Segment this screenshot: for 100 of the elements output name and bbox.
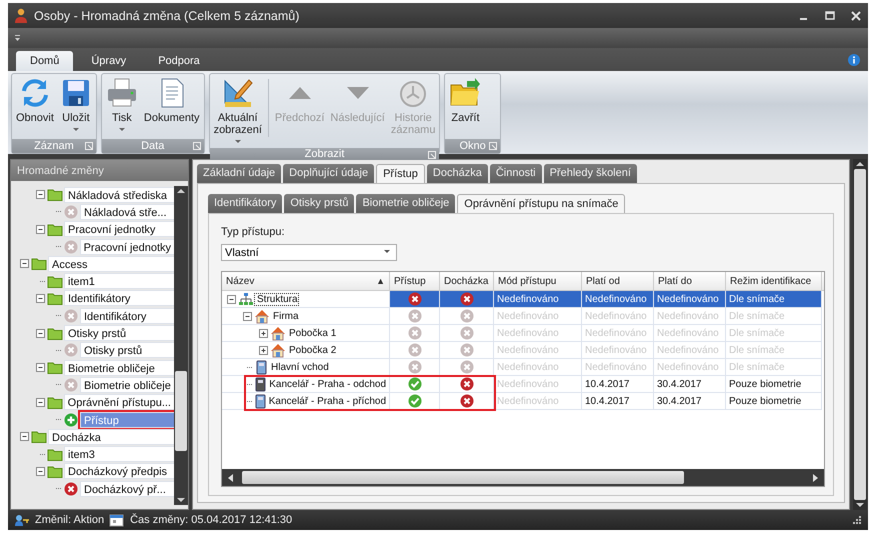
ribbon-button[interactable]: Uložit (58, 77, 94, 136)
table-cell: 10.4.2017 (582, 393, 654, 410)
info-icon[interactable] (848, 54, 860, 66)
table-cell: Dle snímače (726, 291, 822, 308)
tree-item[interactable]: Docházkový př... (80, 480, 174, 497)
tree-item[interactable]: Docházka (48, 428, 174, 445)
folder-icon (47, 188, 63, 202)
collapse-icon[interactable] (35, 396, 46, 408)
caret-icon (384, 250, 391, 255)
column-label: Režim identifikace (730, 276, 812, 286)
collapse-icon[interactable] (226, 294, 237, 304)
row-name[interactable]: Kancelář - Praha - příchod (266, 396, 386, 406)
calendar-icon (109, 513, 126, 527)
collapse-icon[interactable] (19, 258, 30, 270)
caret-icon (119, 128, 126, 133)
house-icon (270, 326, 286, 340)
row-name[interactable]: Kancelář - Praha - odchod (267, 378, 386, 390)
tab[interactable]: Přístup (376, 164, 425, 183)
folder-icon (47, 448, 63, 461)
table-cell: Pouze biometrie (726, 393, 822, 410)
window-title: Osoby - Hromadná změna (Celkem 5 záznamů) (34, 8, 300, 22)
tree-item[interactable]: Docházkový předpis (64, 463, 174, 480)
tab[interactable]: Oprávnění přístupu na snímače (457, 194, 626, 213)
row-name[interactable]: Struktura (255, 294, 298, 304)
ribbon-tab[interactable]: Úpravy (77, 51, 140, 71)
ribbon-tab[interactable]: Podpora (144, 51, 214, 71)
table-cell: 30.4.2017 (654, 393, 726, 410)
folder-icon (31, 430, 47, 444)
column-label: Platí do (658, 276, 692, 286)
tab[interactable]: Docházka (426, 164, 488, 183)
collapse-icon[interactable] (35, 224, 46, 235)
tab[interactable]: Přehledy školení (544, 164, 637, 183)
access-type-dropdown[interactable]: Vlastní (221, 244, 397, 261)
scroll-thumb[interactable] (854, 169, 866, 500)
tree-item[interactable]: Pracovní jednotky (64, 221, 174, 238)
resize-grip-icon[interactable] (852, 515, 862, 525)
ribbon-button[interactable]: Tisk (104, 77, 140, 136)
tree-item[interactable]: Identifikátory (64, 290, 174, 306)
ribbon-button[interactable]: Dokumenty (142, 77, 202, 124)
tab[interactable]: Otisky prstů (284, 194, 354, 213)
scroll-thumb[interactable] (175, 371, 187, 451)
tree-item[interactable]: item3 (64, 446, 174, 462)
folder-icon (47, 292, 63, 305)
tree-item[interactable]: Otisky prstů (64, 325, 174, 342)
collapse-icon[interactable] (35, 328, 46, 339)
ribbon-tab[interactable]: Domů (16, 51, 74, 71)
collapse-icon[interactable] (35, 189, 46, 200)
tab[interactable]: Základní údaje (197, 164, 282, 183)
group-label: Záznam (34, 140, 74, 152)
folder-icon (47, 326, 63, 340)
tree-item[interactable]: item1 (64, 273, 174, 290)
column-header[interactable]: Platí do (654, 272, 726, 290)
collapse-icon[interactable] (35, 466, 46, 477)
changed-by: Změnil: Aktion (35, 514, 104, 526)
tree-item[interactable]: Biometrie obličeje (64, 360, 174, 376)
group-label: Zobrazit (304, 148, 344, 160)
folder-icon (47, 361, 63, 374)
column-label: Docházka (444, 276, 488, 286)
folder-icon (46, 396, 63, 409)
folder-icon (47, 222, 63, 236)
tab[interactable]: Činnosti (490, 164, 542, 183)
ribbon-button[interactable]: Zavřít (447, 77, 484, 124)
dialog-launcher-icon[interactable] (428, 151, 436, 159)
caret-icon (235, 140, 242, 145)
column-label: Název (226, 276, 254, 286)
column-label: Platí od (586, 276, 620, 286)
ruler-pencil-icon (222, 77, 254, 109)
scroll-thumb[interactable] (242, 471, 684, 484)
column-header[interactable]: Mód přístupu (494, 272, 582, 290)
tab[interactable]: Identifikátory (208, 194, 282, 213)
ribbon-button[interactable]: Aktuální zobrazení (212, 77, 264, 148)
tab[interactable]: Doplňující údaje (283, 164, 374, 183)
maximize-icon[interactable] (824, 10, 836, 22)
column-header[interactable]: Docházka (440, 272, 494, 290)
tab[interactable]: Biometrie obličeje (356, 194, 456, 213)
table-cell: Nedefinováno (582, 291, 654, 308)
group-label: Data (141, 140, 164, 152)
customize-icon[interactable] (14, 34, 22, 42)
column-label: Přístup (394, 276, 426, 286)
table-cell: 30.4.2017 (654, 376, 726, 393)
collapse-icon[interactable] (19, 431, 30, 442)
house-icon (254, 308, 270, 324)
sort-arrow[interactable]: ▲ (376, 276, 385, 286)
column-header[interactable]: Název ▲ (222, 272, 390, 290)
collapse-icon[interactable] (35, 362, 46, 374)
folder-icon (31, 257, 47, 270)
column-header[interactable]: Platí od (582, 272, 654, 290)
caret-icon (73, 128, 80, 133)
folder-icon (47, 274, 63, 288)
close-icon[interactable] (850, 10, 862, 22)
folder-icon (47, 464, 63, 478)
column-header[interactable]: Režim identifikace (726, 272, 822, 290)
tree-item[interactable]: Oprávnění přístupu... (64, 394, 174, 410)
ribbon-button[interactable]: Obnovit (14, 77, 56, 124)
column-header[interactable]: Přístup (390, 272, 440, 290)
table-cell: Pouze biometrie (726, 376, 822, 393)
collapse-icon[interactable] (35, 292, 46, 304)
tree-item[interactable]: Access (48, 256, 174, 272)
panel-header: Hromadné změny (11, 160, 188, 181)
tree-item[interactable]: Nákladová střediska (64, 186, 174, 203)
